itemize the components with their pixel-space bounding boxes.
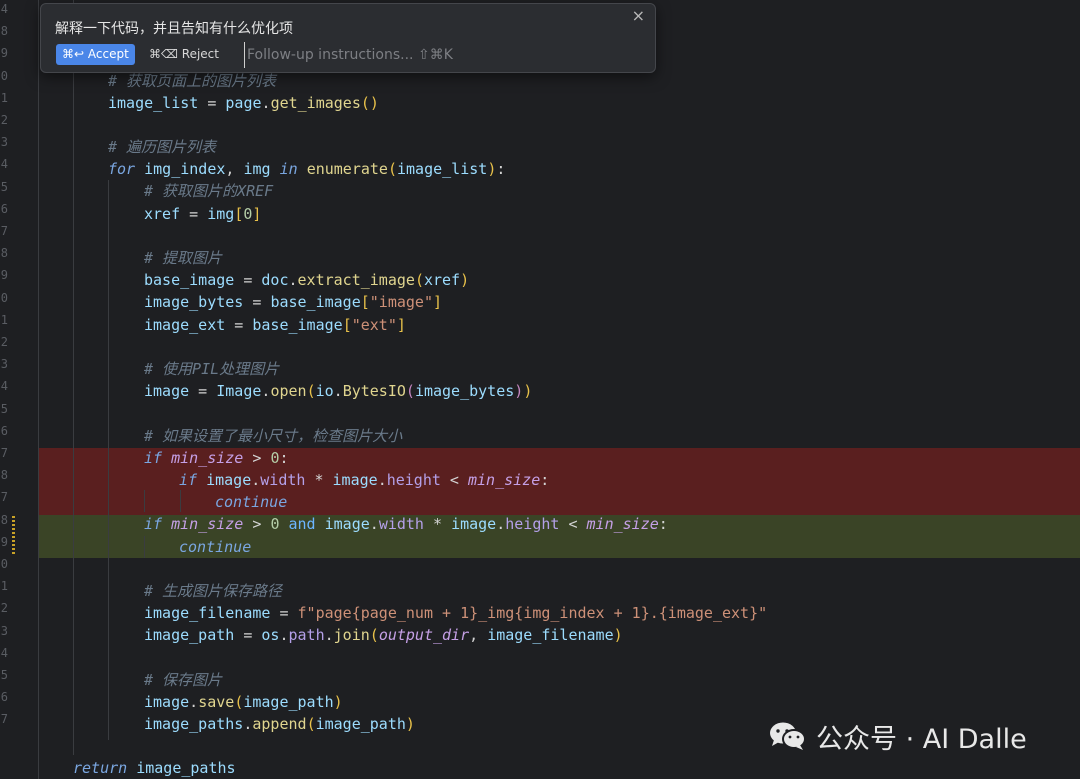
line-number: 7: [0, 490, 8, 505]
line-number: 2: [0, 601, 8, 616]
line-number: 1: [0, 579, 8, 594]
line-number: 5: [0, 668, 8, 682]
line-number: 5: [0, 179, 8, 194]
code-editor[interactable]: # 获取页面上的图片列表 image_list = page.get_image…: [38, 0, 1080, 779]
code-line: # 保存图片: [144, 671, 223, 689]
line-number: 9: [0, 534, 8, 549]
line-number: 8: [0, 512, 8, 527]
line-number: 9: [0, 268, 8, 283]
line-number: 2: [0, 335, 8, 349]
added-code-line: if min_size > 0 and image.width * image.…: [144, 515, 668, 533]
code-line: image_path = os.path.join(output_dir, im…: [144, 626, 623, 644]
prompt-text: 解释一下代码，并且告知有什么优化项: [55, 21, 293, 37]
wechat-icon: [768, 721, 808, 751]
code-line: for img_index, img in enumerate(image_li…: [108, 160, 506, 178]
code-line: image_filename = f"page{page_num + 1}_im…: [144, 604, 768, 622]
line-number: 2: [0, 113, 8, 127]
line-number: 3: [0, 357, 8, 372]
code-line: base_image = doc.extract_image(xref): [144, 271, 470, 289]
code-line: xref = img[0]: [144, 205, 262, 223]
code-line: # 提取图片: [144, 249, 223, 267]
close-icon[interactable]: ×: [632, 6, 645, 25]
code-line: # 获取页面上的图片列表: [108, 72, 277, 90]
line-number: 8: [0, 246, 8, 261]
line-number: 0: [0, 290, 8, 305]
removed-code-line: continue: [215, 493, 288, 511]
code-line: image = Image.open(io.BytesIO(image_byte…: [144, 382, 533, 400]
line-number: 7: [0, 446, 8, 460]
line-number: 6: [0, 690, 8, 705]
code-line: image_paths.append(image_path): [144, 715, 415, 733]
line-number: 7: [0, 224, 8, 238]
watermark: 公众号 · AI Dalle: [768, 716, 1027, 756]
line-number: 4: [0, 379, 8, 394]
code-line: image_bytes = base_image["image"]: [144, 293, 443, 311]
line-number: 6: [0, 201, 8, 216]
inline-edit-popup: 解释一下代码，并且告知有什么优化项 × ⌘↩ Accept ⌘⌫ Reject: [40, 3, 656, 73]
line-number: 1: [0, 90, 8, 105]
line-number: 4: [0, 157, 8, 172]
accept-button[interactable]: ⌘↩ Accept: [56, 44, 135, 65]
code-line: return image_paths: [73, 759, 236, 777]
code-line: # 生成图片保存路径: [144, 582, 283, 600]
code-line: image_ext = base_image["ext"]: [144, 316, 406, 334]
line-number: 8: [0, 24, 8, 39]
line-number: 6: [0, 423, 8, 438]
line-number: 4: [0, 2, 8, 16]
line-number: 8: [0, 468, 8, 483]
line-number: 3: [0, 623, 8, 638]
code-line: # 遍历图片列表: [108, 138, 217, 156]
gutter-change-marker: [12, 516, 15, 556]
code-line: # 使用PIL处理图片: [144, 360, 280, 378]
code-line: # 如果设置了最小尺寸，检查图片大小: [144, 427, 403, 445]
code-line: # 获取图片的XREF: [144, 182, 274, 200]
line-number: 3: [0, 135, 8, 150]
removed-code-line: if min_size > 0:: [144, 449, 289, 467]
removed-code-line: if image.width * image.height < min_size…: [179, 471, 550, 489]
line-number: 1: [0, 312, 8, 327]
line-number-gutter: 4 8 9 0 1 2 3 4 5 6 7 8 9 0 1 2 3 4 5 6 7 8 7 8 9 0 1 2 3 4 5 6 7: [0, 0, 18, 779]
code-line: image.save(image_path): [144, 693, 343, 711]
added-code-line: continue: [179, 538, 252, 556]
watermark-text: 公众号 · AI Dalle: [816, 723, 1027, 755]
reject-button[interactable]: ⌘⌫ Reject: [149, 44, 219, 65]
line-number: 7: [0, 712, 8, 727]
followup-input[interactable]: [244, 42, 509, 68]
line-number: 0: [0, 68, 8, 83]
line-number: 4: [0, 645, 8, 660]
line-number: 0: [0, 557, 8, 571]
line-number: 5: [0, 401, 8, 416]
code-line: image_list = page.get_images(): [108, 94, 379, 112]
line-number: 9: [0, 46, 8, 61]
